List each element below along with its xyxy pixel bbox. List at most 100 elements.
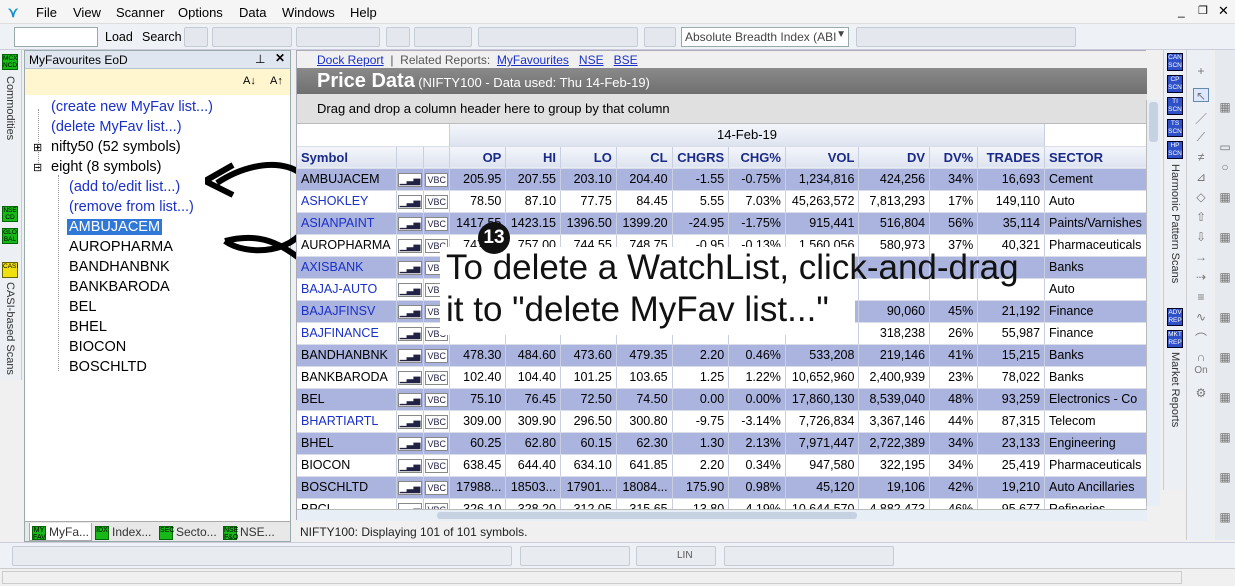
chart-icon[interactable]: ▁▃▅ — [396, 190, 425, 213]
menu-options[interactable]: Options — [178, 5, 223, 20]
cell-symbol[interactable]: BANDHANBNK — [297, 344, 397, 367]
search-button[interactable]: Search — [142, 30, 182, 44]
menu-scanner[interactable]: Scanner — [116, 5, 164, 20]
toolbar-group-5[interactable] — [414, 27, 472, 47]
vbc-icon[interactable]: VBC — [423, 454, 450, 477]
tree-item[interactable]: AUROPHARMA — [69, 239, 173, 255]
tree-item-selected[interactable]: AMBUJACEM — [67, 219, 163, 235]
chart-icon[interactable]: ▁▃▅ — [396, 410, 425, 433]
ray-tool-icon[interactable]: ⇢ — [1193, 270, 1209, 284]
bottom-group-4[interactable] — [724, 546, 894, 566]
sort-desc-icon[interactable]: A↓ — [243, 75, 256, 87]
vscroll-thumb[interactable] — [1149, 102, 1158, 142]
grid-tool-icon[interactable]: ▦ — [1217, 190, 1233, 204]
col-chart[interactable] — [396, 146, 425, 169]
tab-index[interactable]: IDX Index... — [93, 523, 153, 541]
casi-scans-tab[interactable]: CASI-based Scans — [4, 282, 16, 375]
arrow-tool-icon[interactable]: ⇧ — [1193, 210, 1209, 224]
grid-tool-icon[interactable]: ▦ — [1217, 390, 1233, 404]
tree-item[interactable]: BEL — [69, 299, 96, 315]
chart-icon[interactable]: ▁▃▅ — [396, 432, 425, 455]
channel-tool-icon[interactable]: ≠ — [1193, 150, 1209, 164]
grid-tool-icon[interactable]: ▦ — [1217, 470, 1233, 484]
cell-symbol[interactable]: AMBUJACEM — [297, 168, 397, 191]
vbc-icon[interactable]: VBC — [423, 498, 450, 509]
col-vol[interactable]: VOL — [785, 146, 860, 169]
vertical-scrollbar[interactable] — [1146, 100, 1160, 506]
tree-item[interactable]: BIOCON — [69, 339, 126, 355]
bse-link[interactable]: BSE — [614, 53, 638, 67]
ts-scan-icon[interactable]: TS SCN — [1167, 119, 1183, 137]
menu-windows[interactable]: Windows — [282, 5, 335, 20]
menu-data[interactable]: Data — [239, 5, 266, 20]
table-row[interactable]: ASIANPAINT ▁▃▅ VBC 1417.55 1423.15 1396.50 139… — [297, 212, 1147, 235]
market-reports-tab[interactable]: Market Reports — [1169, 352, 1181, 427]
tree-node-nifty50[interactable]: nifty50 (52 symbols) — [51, 139, 181, 155]
cell-symbol[interactable]: BANKBARODA — [297, 366, 397, 389]
chart-icon[interactable]: ▁▃▅ — [396, 256, 425, 279]
chart-icon[interactable]: ▁▃▅ — [396, 344, 425, 367]
table-row[interactable]: BPCL▁▃▅VBC326.10328.20312.05315.65-13.80… — [297, 498, 1147, 509]
cell-symbol[interactable]: BHARTIARTL — [297, 410, 397, 433]
tree-item[interactable]: BHEL — [69, 319, 107, 335]
expand-icon[interactable]: ⊞ — [33, 141, 42, 154]
toolbar-group-7[interactable] — [644, 27, 676, 47]
arrow-tool-icon[interactable]: ⇩ — [1193, 230, 1209, 244]
toolbar-group-1[interactable] — [184, 27, 208, 47]
grid-tool-icon[interactable]: ▦ — [1217, 510, 1233, 524]
harmonic-scans-tab[interactable]: Harmonic Pattern Scans — [1169, 164, 1181, 283]
global-tag-icon[interactable]: GLO BAL — [2, 228, 18, 244]
cell-symbol[interactable]: BPCL — [297, 498, 397, 509]
nse-link[interactable]: NSE — [579, 53, 604, 67]
cell-symbol[interactable]: AXISBANK — [297, 256, 397, 279]
table-row[interactable]: BHARTIARTL ▁▃▅ VBC 309.00 309.90 296.50 300.80… — [297, 410, 1147, 433]
add-edit-list-link[interactable]: (add to/edit list...) — [69, 179, 180, 195]
chart-icon[interactable]: ▁▃▅ — [396, 168, 425, 191]
line-tool-icon[interactable]: ／ — [1193, 110, 1209, 126]
col-trades[interactable]: TRADES — [977, 146, 1046, 169]
cycle-tool-icon[interactable]: ∩ — [1193, 350, 1209, 364]
col-op[interactable]: OP — [449, 146, 507, 169]
panel-close-icon[interactable]: ✕ — [275, 51, 285, 65]
cell-symbol[interactable]: BHEL — [297, 432, 397, 455]
col-hi[interactable]: HI — [505, 146, 562, 169]
chart-icon[interactable]: ▁▃▅ — [396, 454, 425, 477]
col-lo[interactable]: LO — [560, 146, 617, 169]
grid-tool-icon[interactable]: ▦ — [1217, 310, 1233, 324]
snap-toggle[interactable]: On — [1193, 365, 1209, 379]
toolbar-group-8[interactable] — [856, 27, 1076, 47]
toolbar-group-3[interactable] — [296, 27, 380, 47]
delete-myfav-link[interactable]: (delete MyFav list...) — [51, 119, 182, 135]
lin-toggle[interactable]: LIN — [677, 550, 693, 561]
adv-rep-icon[interactable]: ADV REP — [1167, 308, 1183, 326]
vbc-icon[interactable]: VBC — [423, 190, 450, 213]
ti-scan-icon[interactable]: TI SCN — [1167, 97, 1183, 115]
pointer-icon[interactable]: ↖ — [1193, 88, 1209, 103]
table-row[interactable]: BOSCHLTD ▁▃▅ VBC 17988... 18503... 17901... 18… — [297, 476, 1147, 499]
shape-tool-icon[interactable]: ◇ — [1193, 190, 1209, 204]
load-button[interactable]: Load — [105, 30, 133, 44]
hscroll-thumb[interactable] — [437, 512, 857, 519]
hp-scan-icon[interactable]: HP SCN — [1167, 141, 1183, 159]
col-sector[interactable]: SECTOR — [1044, 146, 1147, 169]
tree-item[interactable]: BANKBARODA — [69, 279, 170, 295]
col-symbol[interactable]: Symbol — [297, 146, 397, 169]
tree-item[interactable]: BANDHANBNK — [69, 259, 170, 275]
vbc-icon[interactable]: VBC — [423, 432, 450, 455]
crosshair-icon[interactable]: + — [1193, 64, 1209, 78]
cell-symbol[interactable]: AUROPHARMA — [297, 234, 397, 257]
mcx-tag-icon[interactable]: MCX NCD — [2, 54, 18, 70]
casi-tag-icon[interactable]: CASI — [2, 262, 18, 278]
grid-tool-icon[interactable]: ▦ — [1217, 430, 1233, 444]
symbol-input[interactable] — [14, 27, 98, 47]
table-row[interactable]: BEL ▁▃▅ VBC 75.10 76.45 72.50 74.50 0.00 0.00% 17… — [297, 388, 1147, 411]
table-row[interactable]: BIOCON ▁▃▅ VBC 638.45 644.40 634.10 641.85 2.20… — [297, 454, 1147, 477]
col-dv-pct[interactable]: DV% — [929, 146, 979, 169]
table-row[interactable]: BHEL ▁▃▅ VBC 60.25 62.80 60.15 62.30 1.30 2.13% 7… — [297, 432, 1147, 455]
cell-symbol[interactable]: BOSCHLTD — [297, 476, 397, 499]
line-tool-icon[interactable]: ⟋ — [1193, 130, 1209, 144]
chart-icon[interactable]: ▁▃▅ — [396, 498, 425, 509]
vbc-icon[interactable]: VBC — [423, 212, 450, 235]
chart-icon[interactable]: ▁▃▅ — [396, 212, 425, 235]
chart-icon[interactable]: ▁▃▅ — [396, 300, 425, 323]
